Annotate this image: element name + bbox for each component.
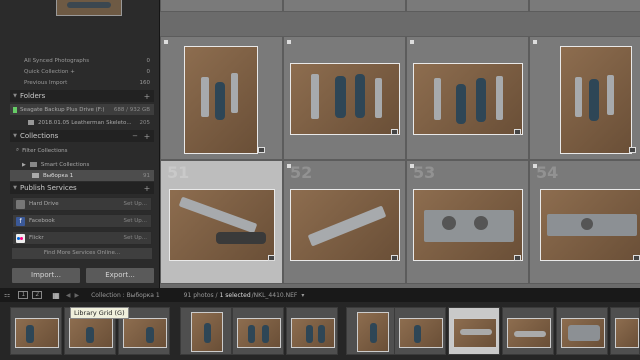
filmstrip-thumb[interactable] bbox=[394, 307, 446, 355]
add-service-icon[interactable]: + bbox=[140, 184, 154, 193]
flag-icon bbox=[410, 40, 414, 44]
grid-cell-selected[interactable]: 51 bbox=[160, 160, 283, 284]
search-icon: ⌕ bbox=[16, 147, 20, 153]
edit-badge-icon bbox=[629, 147, 636, 153]
flag-icon bbox=[287, 164, 291, 168]
add-collection-icon[interactable]: + bbox=[140, 132, 154, 141]
filmstrip-thumb[interactable] bbox=[232, 307, 284, 355]
filmstrip-thumb[interactable] bbox=[502, 307, 554, 355]
catalog-list: All Synced Photographs 0 Quick Collection… bbox=[10, 56, 154, 89]
collapse-triangle-icon: ▼ bbox=[13, 185, 17, 191]
edit-badge-icon bbox=[633, 255, 640, 261]
filmstrip-thumb[interactable] bbox=[286, 307, 338, 355]
selected-count: 1 selected bbox=[219, 291, 251, 299]
catalog-item[interactable]: Quick Collection +0 bbox=[10, 67, 154, 78]
smart-collections-row[interactable]: ▶ Smart Collections bbox=[10, 159, 154, 170]
export-button[interactable]: Export... bbox=[86, 268, 154, 283]
filmstrip-thumb[interactable] bbox=[10, 307, 62, 355]
thumbnail bbox=[290, 189, 400, 261]
selected-filename: /NKL_4410.NEF bbox=[251, 291, 298, 299]
find-more-services-button[interactable]: Find More Services Online... bbox=[12, 248, 152, 259]
navigator-preview bbox=[56, 0, 122, 16]
back-arrow-icon[interactable]: ◀ bbox=[66, 292, 71, 299]
collapse-triangle-icon: ▼ bbox=[13, 133, 17, 139]
service-flickr[interactable]: Flickr Set Up... bbox=[12, 231, 152, 245]
filmstrip-thumb[interactable] bbox=[346, 307, 398, 355]
edit-badge-icon bbox=[514, 129, 521, 135]
drive-status-icon bbox=[13, 106, 17, 113]
filmstrip-thumb[interactable] bbox=[556, 307, 608, 355]
grid-cell[interactable] bbox=[529, 0, 640, 12]
collection-icon bbox=[32, 173, 39, 178]
cell-index: 54 bbox=[536, 163, 559, 182]
smart-collection-icon bbox=[29, 162, 37, 167]
drive-row[interactable]: Seagate Backup Plus Drive (F:) 688 / 932… bbox=[10, 104, 154, 115]
window-1-button[interactable]: 1 bbox=[18, 291, 29, 299]
thumbnail bbox=[290, 63, 400, 135]
photo-count: 91 photos / bbox=[183, 291, 218, 299]
filmstrip-toolbar: ⚏ 1 2 ▦ ◀ ▶ Collection : Выборка 1 91 ph… bbox=[0, 288, 640, 302]
grid-cell[interactable]: 52 bbox=[283, 160, 406, 284]
grid-cell[interactable] bbox=[160, 0, 283, 12]
cell-index: 53 bbox=[413, 163, 436, 182]
folders-header[interactable]: ▼ Folders + bbox=[10, 90, 154, 102]
folder-row[interactable]: 2018.01.05 Leatherman Skeleto... 205 bbox=[10, 117, 154, 128]
grid-cell[interactable] bbox=[283, 0, 406, 12]
grid-cell[interactable]: 53 bbox=[406, 160, 529, 284]
flag-icon bbox=[533, 40, 537, 44]
thumbnail bbox=[184, 46, 258, 154]
thumbnail bbox=[169, 189, 275, 261]
flag-icon bbox=[533, 164, 537, 168]
filmstrip-thumb[interactable] bbox=[610, 307, 640, 355]
add-folder-icon[interactable]: + bbox=[140, 92, 154, 101]
edit-badge-icon bbox=[391, 129, 398, 135]
grid-cell[interactable] bbox=[283, 36, 406, 160]
filmstrip-thumb[interactable] bbox=[180, 307, 232, 355]
collection-item-selected[interactable]: Выборка 1 91 bbox=[10, 170, 154, 181]
import-button[interactable]: Import... bbox=[12, 268, 80, 283]
service-facebook[interactable]: f Facebook Set Up... bbox=[12, 214, 152, 228]
tooltip: Library Grid (G) bbox=[70, 307, 129, 319]
service-hard-drive[interactable]: Hard Drive Set Up... bbox=[12, 197, 152, 211]
filter-collections[interactable]: ⌕ Filter Collections bbox=[10, 145, 154, 156]
catalog-item[interactable]: All Synced Photographs 0 bbox=[10, 56, 154, 67]
facebook-icon: f bbox=[16, 216, 25, 226]
chevron-down-icon[interactable]: ▾ bbox=[301, 292, 304, 299]
source-label[interactable]: Collection : Выборка 1 bbox=[91, 292, 160, 299]
library-grid: 51 52 53 54 bbox=[160, 0, 640, 288]
edit-badge-icon bbox=[268, 255, 275, 261]
folder-icon bbox=[28, 120, 34, 125]
expand-triangle-icon: ▶ bbox=[22, 161, 26, 168]
library-grid-icon[interactable]: ▦ bbox=[52, 291, 60, 300]
collections-header[interactable]: ▼ Collections − + bbox=[10, 130, 154, 142]
remove-collection-icon[interactable]: − bbox=[130, 132, 140, 140]
forward-arrow-icon[interactable]: ▶ bbox=[74, 292, 79, 299]
catalog-item[interactable]: Previous Import 160 bbox=[10, 78, 154, 89]
thumbnail bbox=[413, 63, 523, 135]
collapse-triangle-icon: ▼ bbox=[13, 93, 17, 99]
filmstrip-thumb-selected[interactable] bbox=[448, 307, 500, 355]
left-panel: All Synced Photographs 0 Quick Collection… bbox=[0, 0, 160, 288]
grid-cell[interactable] bbox=[406, 36, 529, 160]
edit-badge-icon bbox=[514, 255, 521, 261]
window-2-button[interactable]: 2 bbox=[32, 291, 43, 299]
flag-icon bbox=[410, 164, 414, 168]
flickr-icon bbox=[16, 233, 25, 243]
secondary-display-icon[interactable]: ⚏ bbox=[4, 291, 10, 299]
edit-badge-icon bbox=[258, 147, 265, 153]
hard-drive-icon bbox=[16, 199, 25, 209]
grid-cell[interactable]: 54 bbox=[529, 160, 640, 284]
cell-index: 51 bbox=[167, 163, 190, 182]
cell-index: 52 bbox=[290, 163, 313, 182]
grid-cell[interactable] bbox=[160, 36, 283, 160]
thumbnail bbox=[560, 46, 632, 154]
publish-services-header[interactable]: ▼ Publish Services + bbox=[10, 182, 154, 194]
thumbnail bbox=[413, 189, 523, 261]
flag-icon bbox=[287, 40, 291, 44]
thumbnail bbox=[540, 189, 640, 261]
edit-badge-icon bbox=[391, 255, 398, 261]
grid-cell[interactable] bbox=[406, 0, 529, 12]
grid-cell[interactable] bbox=[529, 36, 640, 160]
flag-icon bbox=[164, 40, 168, 44]
